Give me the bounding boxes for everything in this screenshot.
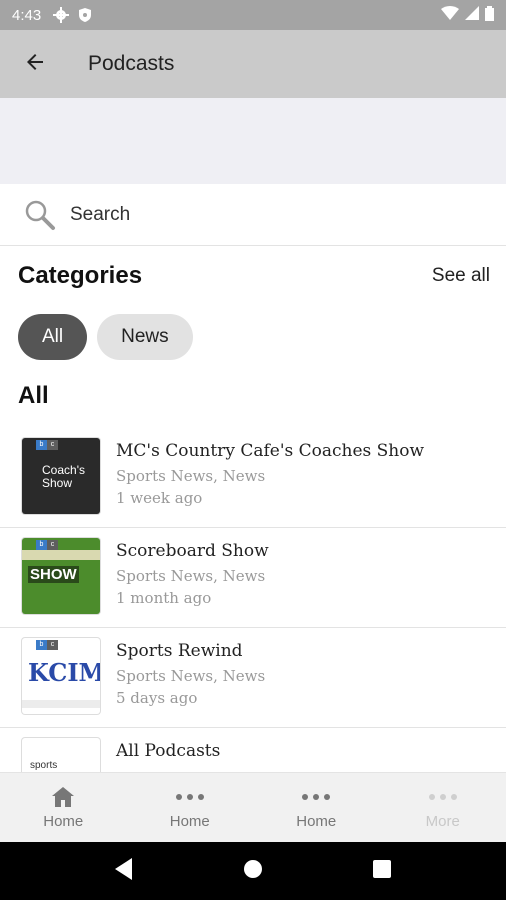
search-label: Search (70, 203, 131, 225)
status-time: 4:43 (12, 6, 42, 24)
nav-home-2-label: Home (169, 813, 210, 830)
categories-header: Categories See all (18, 262, 490, 290)
nav-home-3-label: Home (296, 813, 337, 830)
shield-icon (77, 7, 93, 23)
nav-more-label: More (425, 813, 460, 830)
podcast-date: 5 days ago (116, 689, 198, 707)
podcast-thumbnail: bc KCIM (22, 638, 100, 714)
podcast-thumbnail: bc SHOW (22, 538, 100, 614)
square-recents-icon (372, 859, 391, 883)
status-bar: 4:43 (0, 0, 506, 30)
app-bar: Podcasts (0, 30, 506, 98)
nav-more[interactable]: More (380, 773, 506, 842)
battery-icon (485, 5, 494, 25)
categories-heading: Categories (18, 262, 143, 289)
podcast-title: Scoreboard Show (116, 541, 269, 561)
podcast-row-sports-rewind[interactable]: bc KCIM Sports Rewind Sports News, News … (0, 628, 506, 728)
thumbnail-text: KCIM (28, 658, 100, 687)
bc-badge: bc (36, 640, 58, 650)
see-all-link[interactable]: See all (432, 265, 490, 287)
podcast-row-coaches-show[interactable]: bc Coach's Show MC's Country Cafe's Coac… (0, 428, 506, 528)
thumbnail-strip (22, 700, 100, 708)
podcast-categories: Sports News, News (116, 467, 266, 485)
more-dots-icon (302, 785, 331, 809)
podcast-date: 1 month ago (116, 589, 212, 607)
system-back-button[interactable] (104, 851, 144, 891)
more-dots-icon (428, 785, 457, 809)
system-recents-button[interactable] (362, 851, 402, 891)
chip-all[interactable]: All (18, 314, 88, 360)
podcast-row-scoreboard-show[interactable]: bc SHOW Scoreboard Show Sports News, New… (0, 528, 506, 628)
nav-home-3[interactable]: Home (253, 773, 380, 842)
podcast-title: All Podcasts (116, 741, 221, 761)
nav-home[interactable]: Home (0, 773, 127, 842)
page-title: Podcasts (88, 52, 175, 75)
nav-home-label: Home (43, 813, 84, 830)
thumbnail-stripe (22, 550, 100, 560)
wifi-icon (441, 6, 459, 24)
bc-badge: bc (36, 440, 58, 450)
chip-news[interactable]: News (97, 314, 193, 360)
category-chips: All News (18, 314, 193, 360)
podcast-categories: Sports News, News (116, 667, 266, 685)
signal-icon (465, 6, 479, 24)
bottom-navigation: Home Home Home More (0, 772, 506, 842)
thumbnail-text: SHOW (28, 566, 79, 583)
podcast-thumbnail: bc Coach's Show (22, 438, 100, 514)
podcast-list: bc Coach's Show MC's Country Cafe's Coac… (0, 428, 506, 772)
banner-area (0, 98, 506, 184)
arrow-left-icon (23, 50, 47, 79)
search-icon (22, 197, 58, 233)
back-button[interactable] (0, 30, 70, 98)
thumbnail-text: sports (30, 760, 58, 771)
podcast-thumbnail: sports (22, 738, 100, 772)
settings-gear-icon (53, 7, 70, 23)
search-bar[interactable]: Search (0, 184, 506, 246)
circle-home-icon (243, 859, 263, 884)
system-navigation-bar (0, 842, 506, 900)
more-dots-icon (175, 785, 204, 809)
triangle-back-icon (114, 857, 134, 885)
nav-home-2[interactable]: Home (127, 773, 254, 842)
podcast-row-all-podcasts[interactable]: sports All Podcasts (0, 728, 506, 772)
podcast-categories: Sports News, News (116, 567, 266, 585)
home-icon (51, 785, 75, 809)
system-home-button[interactable] (233, 851, 273, 891)
thumbnail-text: Coach's Show (42, 463, 85, 490)
podcast-title: Sports Rewind (116, 641, 243, 661)
bc-badge: bc (36, 540, 58, 550)
podcast-title: MC's Country Cafe's Coaches Show (116, 441, 425, 461)
all-heading: All (18, 382, 49, 409)
podcast-date: 1 week ago (116, 489, 203, 507)
